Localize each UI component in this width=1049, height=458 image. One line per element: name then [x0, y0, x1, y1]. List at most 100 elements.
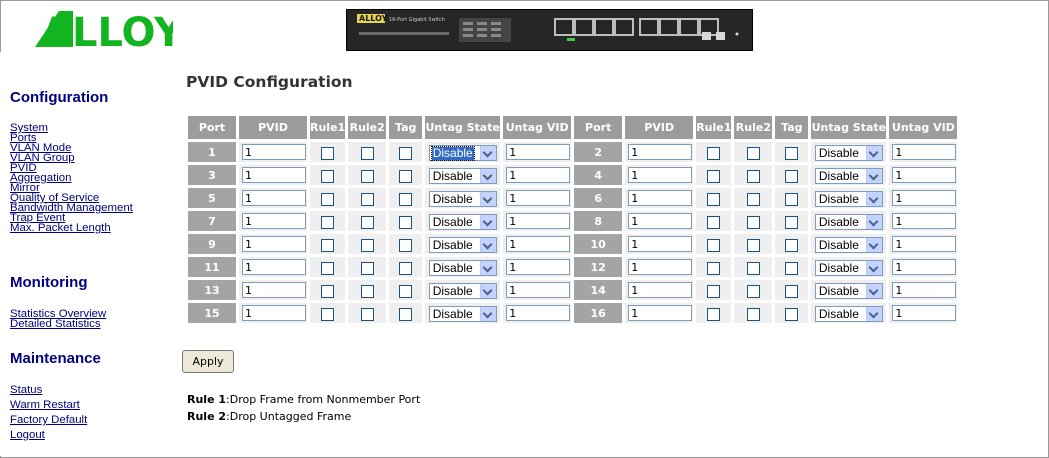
tag-checkbox[interactable]: [785, 284, 799, 298]
untag-state-select[interactable]: Disable: [814, 260, 883, 276]
rule1-checkbox[interactable]: [707, 284, 721, 298]
rule1-checkbox[interactable]: [707, 146, 721, 160]
untag-vid-input[interactable]: [506, 144, 571, 160]
rule2-checkbox[interactable]: [360, 261, 374, 275]
tag-checkbox[interactable]: [785, 146, 799, 160]
chevron-down-icon[interactable]: [865, 238, 882, 252]
chevron-down-icon[interactable]: [479, 215, 496, 229]
rule2-checkbox[interactable]: [746, 192, 760, 206]
untag-state-select[interactable]: Disable: [814, 168, 883, 184]
apply-button[interactable]: Apply: [182, 350, 234, 373]
rule2-checkbox[interactable]: [746, 284, 760, 298]
untag-vid-input[interactable]: [892, 213, 957, 229]
chevron-down-icon[interactable]: [479, 307, 496, 321]
rule2-checkbox[interactable]: [746, 261, 760, 275]
untag-state-select[interactable]: Disable: [428, 191, 497, 207]
rule2-checkbox[interactable]: [746, 215, 760, 229]
untag-vid-input[interactable]: [892, 167, 957, 183]
tag-checkbox[interactable]: [785, 307, 799, 321]
rule1-checkbox[interactable]: [707, 238, 721, 252]
chevron-down-icon[interactable]: [479, 284, 496, 298]
pvid-input[interactable]: [628, 167, 693, 183]
pvid-input[interactable]: [242, 236, 306, 252]
tag-checkbox[interactable]: [399, 169, 413, 183]
untag-state-select[interactable]: Disable: [814, 145, 883, 161]
chevron-down-icon[interactable]: [865, 284, 882, 298]
nav-link-status[interactable]: Status: [10, 384, 42, 395]
untag-state-select[interactable]: Disable: [428, 168, 497, 184]
tag-checkbox[interactable]: [399, 284, 413, 298]
untag-state-select[interactable]: Disable: [428, 283, 497, 299]
pvid-input[interactable]: [628, 190, 693, 206]
nav-link-logout[interactable]: Logout: [10, 429, 45, 440]
nav-link-warm-restart[interactable]: Warm Restart: [10, 399, 80, 410]
chevron-down-icon[interactable]: [479, 238, 496, 252]
untag-vid-input[interactable]: [506, 305, 571, 321]
pvid-input[interactable]: [628, 236, 693, 252]
tag-checkbox[interactable]: [399, 192, 413, 206]
rule1-checkbox[interactable]: [321, 215, 335, 229]
chevron-down-icon[interactable]: [479, 169, 496, 183]
rule2-checkbox[interactable]: [746, 146, 760, 160]
pvid-input[interactable]: [242, 259, 306, 275]
rule2-checkbox[interactable]: [360, 192, 374, 206]
untag-state-select[interactable]: Disable: [428, 145, 497, 161]
pvid-input[interactable]: [628, 282, 693, 298]
nav-link-factory-default[interactable]: Factory Default: [10, 414, 87, 425]
rule2-checkbox[interactable]: [360, 146, 374, 160]
untag-vid-input[interactable]: [892, 144, 957, 160]
rule2-checkbox[interactable]: [360, 238, 374, 252]
tag-checkbox[interactable]: [399, 238, 413, 252]
tag-checkbox[interactable]: [399, 146, 413, 160]
rule2-checkbox[interactable]: [746, 169, 760, 183]
tag-checkbox[interactable]: [785, 215, 799, 229]
chevron-down-icon[interactable]: [865, 192, 882, 206]
chevron-down-icon[interactable]: [865, 146, 882, 160]
pvid-input[interactable]: [628, 144, 693, 160]
tag-checkbox[interactable]: [399, 215, 413, 229]
untag-state-select[interactable]: Disable: [428, 214, 497, 230]
tag-checkbox[interactable]: [399, 307, 413, 321]
pvid-input[interactable]: [242, 213, 306, 229]
rule2-checkbox[interactable]: [360, 215, 374, 229]
rule2-checkbox[interactable]: [746, 238, 760, 252]
untag-vid-input[interactable]: [506, 167, 571, 183]
untag-state-select[interactable]: Disable: [814, 191, 883, 207]
chevron-down-icon[interactable]: [865, 169, 882, 183]
pvid-input[interactable]: [628, 305, 693, 321]
chevron-down-icon[interactable]: [479, 192, 496, 206]
untag-state-select[interactable]: Disable: [814, 214, 883, 230]
pvid-input[interactable]: [242, 144, 306, 160]
pvid-input[interactable]: [242, 305, 306, 321]
rule2-checkbox[interactable]: [360, 307, 374, 321]
rule1-checkbox[interactable]: [321, 307, 335, 321]
pvid-input[interactable]: [628, 259, 693, 275]
rule1-checkbox[interactable]: [321, 192, 335, 206]
pvid-input[interactable]: [242, 190, 306, 206]
rule2-checkbox[interactable]: [360, 284, 374, 298]
untag-state-select[interactable]: Disable: [428, 306, 497, 322]
untag-vid-input[interactable]: [892, 305, 957, 321]
untag-state-select[interactable]: Disable: [428, 237, 497, 253]
untag-vid-input[interactable]: [506, 259, 571, 275]
rule1-checkbox[interactable]: [321, 146, 335, 160]
rule1-checkbox[interactable]: [321, 284, 335, 298]
untag-state-select[interactable]: Disable: [814, 283, 883, 299]
untag-vid-input[interactable]: [506, 213, 571, 229]
chevron-down-icon[interactable]: [479, 146, 496, 160]
untag-vid-input[interactable]: [892, 190, 957, 206]
untag-state-select[interactable]: Disable: [428, 260, 497, 276]
tag-checkbox[interactable]: [785, 238, 799, 252]
rule1-checkbox[interactable]: [707, 192, 721, 206]
untag-vid-input[interactable]: [892, 236, 957, 252]
rule1-checkbox[interactable]: [707, 215, 721, 229]
rule1-checkbox[interactable]: [707, 169, 721, 183]
untag-vid-input[interactable]: [506, 236, 571, 252]
nav-link-detailed-statistics[interactable]: Detailed Statistics: [10, 318, 101, 329]
untag-vid-input[interactable]: [506, 190, 571, 206]
untag-vid-input[interactable]: [892, 282, 957, 298]
untag-state-select[interactable]: Disable: [814, 237, 883, 253]
rule1-checkbox[interactable]: [707, 307, 721, 321]
tag-checkbox[interactable]: [399, 261, 413, 275]
untag-vid-input[interactable]: [506, 282, 571, 298]
